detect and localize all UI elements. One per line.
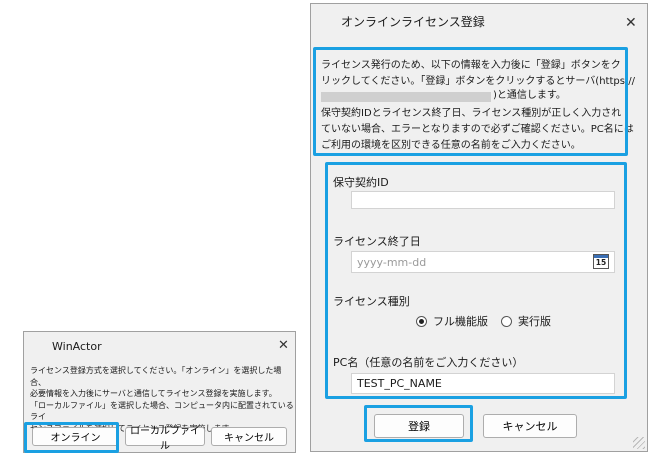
radio-full-version[interactable]: フル機能版 [416, 313, 488, 329]
calendar-day: 15 [595, 258, 607, 267]
dialog-message-2: 保守契約IDとライセンス終了日、ライセンス種別が正しく入力され ていない場合、エ… [321, 108, 634, 151]
online-button[interactable]: オンライン [32, 427, 119, 446]
cancel-button[interactable]: キャンセル [211, 427, 287, 446]
contract-id-input[interactable] [351, 191, 615, 209]
dialog-message-1: ライセンス発行のため、以下の情報を入力後に「登録」ボタンをク リックしてください… [321, 60, 636, 87]
online-license-dialog: オンラインライセンス登録 ✕ ライセンス発行のため、以下の情報を入力後に「登録」… [310, 3, 648, 452]
redacted-url [321, 92, 491, 102]
radio-run-version-circle[interactable] [501, 315, 512, 327]
end-date-input[interactable] [351, 251, 615, 273]
resize-grip[interactable] [633, 437, 645, 449]
radio-full-version-label: フル機能版 [433, 315, 488, 328]
radio-full-version-circle[interactable] [416, 315, 427, 327]
winactor-dialog: WinActor ✕ ライセンス登録方式を選択してください。「オンライン」を選択… [23, 331, 296, 453]
close-icon[interactable]: ✕ [278, 339, 289, 353]
register-button[interactable]: 登録 [374, 414, 464, 438]
pc-name-input[interactable] [351, 373, 615, 394]
dialog-title: オンラインライセンス登録 [341, 15, 485, 29]
calendar-icon[interactable]: 15 [593, 254, 609, 269]
close-icon[interactable]: ✕ [625, 16, 637, 30]
radio-run-version[interactable]: 実行版 [501, 313, 551, 329]
pc-name-label: PC名（任意の名前をご入力ください） [333, 356, 524, 369]
local-file-button[interactable]: ローカルファイル [125, 426, 205, 452]
dialog-title: WinActor [52, 340, 102, 353]
radio-run-version-label: 実行版 [518, 315, 551, 328]
cancel-button[interactable]: キャンセル [483, 414, 577, 438]
dialog-message-url-suffix: )と通信します。 [493, 90, 566, 101]
end-date-label: ライセンス終了日 [333, 235, 421, 248]
license-type-label: ライセンス種別 [333, 295, 410, 308]
contract-id-label: 保守契約ID [333, 176, 389, 189]
